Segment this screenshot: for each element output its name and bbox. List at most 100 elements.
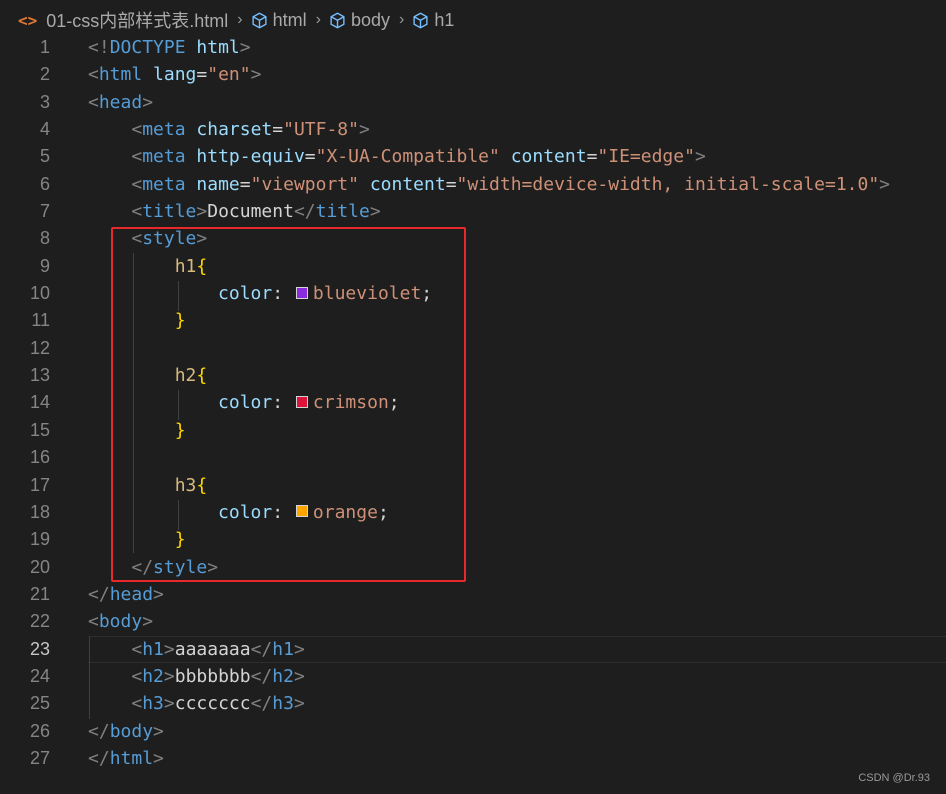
code-attribute: html bbox=[196, 37, 240, 58]
code-content: </head> bbox=[88, 581, 164, 608]
code-punctuation: </ bbox=[88, 720, 110, 742]
code-attribute: lang bbox=[153, 64, 197, 86]
code-line[interactable]: 24 <h2>bbbbbbb</h2> bbox=[0, 663, 946, 690]
code-string: "en" bbox=[207, 64, 251, 86]
code-text: Document bbox=[207, 201, 294, 223]
code-line[interactable]: 3 <head> bbox=[0, 89, 946, 116]
code-punctuation: > bbox=[293, 665, 305, 687]
breadcrumb-crumb-h1[interactable]: h1 bbox=[412, 10, 454, 31]
breadcrumb-crumb-html[interactable]: html bbox=[251, 10, 307, 31]
line-number: 10 bbox=[29, 283, 50, 304]
code-punctuation: < bbox=[131, 693, 143, 715]
line-number: 23 bbox=[29, 638, 50, 659]
code-content: <meta charset="UTF-8"> bbox=[88, 116, 369, 143]
code-line[interactable]: 21 </head> bbox=[0, 581, 946, 608]
code-attribute: content bbox=[510, 146, 587, 168]
code-content: <meta name="viewport" content="width=dev… bbox=[88, 171, 890, 198]
code-line[interactable]: 23 <h1>aaaaaaa</h1> bbox=[0, 635, 946, 664]
code-tag: html bbox=[98, 64, 143, 86]
breadcrumb-crumb-label: body bbox=[350, 9, 391, 30]
code-punctuation: > bbox=[293, 693, 305, 715]
code-tag: title bbox=[142, 201, 197, 223]
breadcrumb-file-label: 01-css内部样式表.html bbox=[46, 11, 229, 31]
line-number: 1 bbox=[39, 37, 50, 57]
code-punctuation: </ bbox=[250, 665, 273, 687]
line-number: 8 bbox=[39, 228, 50, 249]
cube-icon bbox=[251, 12, 268, 29]
code-punctuation: > bbox=[196, 201, 208, 223]
line-number: 18 bbox=[29, 501, 50, 522]
code-tag: h2 bbox=[142, 665, 164, 687]
line-number: 24 bbox=[29, 665, 50, 686]
line-number: 26 bbox=[29, 720, 50, 741]
line-number: 21 bbox=[29, 583, 50, 604]
code-string: "viewport" bbox=[250, 173, 359, 195]
line-number: 14 bbox=[29, 392, 50, 413]
code-line[interactable]: 4 <meta charset="UTF-8"> bbox=[0, 116, 946, 143]
code-line[interactable]: 6 <meta name="viewport" content="width=d… bbox=[0, 171, 946, 198]
code-string: "width=device-width, initial-scale=1.0" bbox=[456, 173, 880, 195]
code-line[interactable]: 22 <body> bbox=[0, 608, 946, 635]
code-tag: title bbox=[315, 201, 370, 223]
breadcrumb-crumb-body[interactable]: body bbox=[329, 10, 390, 31]
code-punctuation: </ bbox=[250, 638, 273, 660]
html-file-icon: <> bbox=[18, 10, 38, 30]
code-tag: body bbox=[98, 611, 143, 633]
line-number: 16 bbox=[29, 447, 50, 468]
line-number: 5 bbox=[39, 146, 50, 167]
code-attribute: charset bbox=[196, 119, 273, 141]
code-punctuation: > bbox=[153, 747, 164, 769]
line-number: 9 bbox=[39, 255, 50, 276]
code-text: = bbox=[445, 173, 457, 195]
code-tag: h1 bbox=[142, 638, 164, 660]
code-line[interactable]: 25 <h3>ccccccc</h3> bbox=[0, 690, 946, 717]
code-attribute: name bbox=[196, 173, 240, 195]
code-punctuation: > bbox=[153, 720, 164, 742]
code-punctuation: < bbox=[88, 611, 99, 633]
code-line[interactable]: 1 <!DOCTYPE html> bbox=[0, 34, 946, 61]
code-tag: head bbox=[98, 91, 143, 113]
code-punctuation: </ bbox=[250, 693, 273, 715]
code-content: <html lang="en"> bbox=[88, 61, 261, 88]
code-string: "X-UA-Compatible" bbox=[315, 146, 500, 168]
code-punctuation: > bbox=[163, 665, 175, 687]
line-number: 27 bbox=[29, 747, 50, 768]
code-punctuation: > bbox=[153, 583, 164, 605]
code-tag: h2 bbox=[272, 665, 294, 687]
line-number: 25 bbox=[29, 693, 50, 714]
code-punctuation: </ bbox=[88, 747, 110, 769]
chevron-right-icon: › bbox=[399, 11, 405, 28]
code-punctuation: </ bbox=[88, 583, 110, 605]
code-punctuation: > bbox=[250, 64, 262, 86]
line-number: 20 bbox=[29, 556, 50, 577]
code-punctuation: < bbox=[131, 201, 143, 223]
code-tag: meta bbox=[142, 119, 186, 141]
code-line[interactable]: 26 </body> bbox=[0, 718, 946, 745]
code-punctuation: > bbox=[142, 91, 154, 113]
code-punctuation: > bbox=[142, 611, 154, 633]
code-punctuation: > bbox=[239, 37, 251, 58]
code-line[interactable]: 5 <meta http-equiv="X-UA-Compatible" con… bbox=[0, 143, 946, 170]
breadcrumb-file[interactable]: <> 01-css内部样式表.html bbox=[18, 7, 228, 33]
code-punctuation: < bbox=[131, 638, 143, 660]
line-number: 4 bbox=[39, 119, 50, 140]
code-line[interactable]: 7 <title>Document</title> bbox=[0, 198, 946, 225]
code-content: </html> bbox=[88, 745, 164, 772]
code-line[interactable]: 27 </html> bbox=[0, 745, 946, 772]
code-text: aaaaaaa bbox=[174, 638, 251, 660]
code-punctuation: > bbox=[163, 693, 175, 715]
code-content: <title>Document</title> bbox=[88, 198, 380, 225]
line-number: 17 bbox=[29, 474, 50, 495]
breadcrumb-crumb-label: h1 bbox=[434, 9, 455, 30]
code-text: = bbox=[304, 146, 316, 168]
cube-icon bbox=[329, 12, 346, 29]
code-line[interactable]: 2 <html lang="en"> bbox=[0, 61, 946, 88]
line-number: 12 bbox=[29, 337, 50, 358]
